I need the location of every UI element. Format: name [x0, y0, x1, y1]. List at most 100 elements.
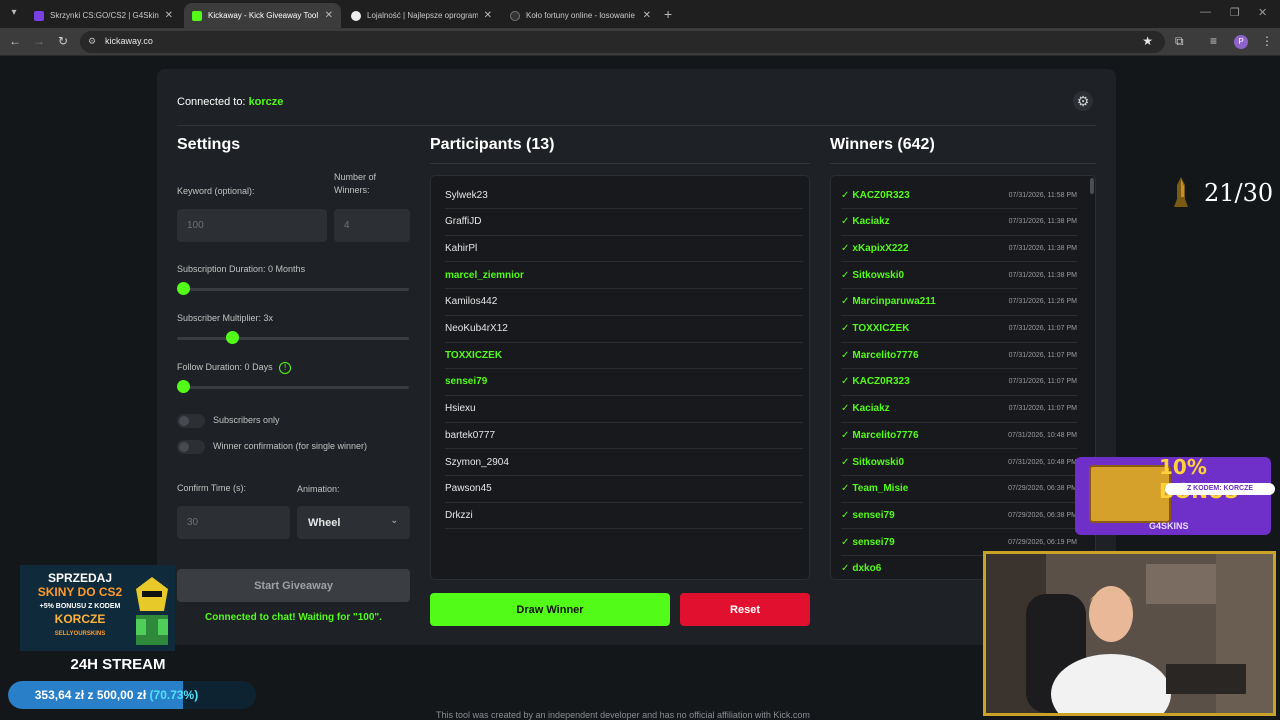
winner-name: sensei79: [852, 509, 895, 521]
participant-row: Drkzzi: [445, 502, 803, 530]
sub-multiplier-slider-thumb[interactable]: [226, 331, 239, 344]
url-input[interactable]: ⚙ kickaway.co ★: [80, 31, 1165, 53]
extensions-icon[interactable]: ⧉: [1175, 34, 1184, 49]
participants-title: Participants (13): [430, 136, 555, 153]
address-bar: ← → ↻ ⚙ kickaway.co ★ ⧉ ≡ ⋮: [0, 28, 1280, 56]
promo-line-2: SKINY DO CS2: [37, 585, 123, 599]
browser-tab-bar: ▾ Skrzynki CS:GO/CS2 | G4Skins ✕ Kickawa…: [0, 0, 1280, 28]
footer-disclaimer: This tool was created by an independent …: [436, 710, 810, 720]
giveaway-counter-overlay: 21/30: [1170, 175, 1274, 211]
tab-title: Skrzynki CS:GO/CS2 | G4Skins: [50, 11, 159, 20]
winner-row: ✓ KACZ0R323 07/31/2026, 11:58 PM: [841, 182, 1077, 209]
winner-date: 07/31/2026, 11:38 PM: [1008, 244, 1077, 252]
participant-row: sensei79: [445, 369, 803, 396]
tab-search-icon[interactable]: ▾: [6, 5, 22, 21]
winner-name: KACZ0R323: [852, 189, 910, 201]
reset-button[interactable]: Reset: [680, 593, 810, 626]
sub-duration-slider-thumb[interactable]: [177, 282, 190, 295]
close-tab-icon[interactable]: ✕: [165, 10, 173, 21]
webcam-feed: [983, 551, 1276, 716]
confirm-time-input[interactable]: 30: [177, 506, 290, 539]
url-text: kickaway.co: [105, 36, 153, 46]
keyword-input[interactable]: 100: [177, 209, 327, 242]
winner-date: 07/31/2026, 11:07 PM: [1008, 325, 1077, 332]
draw-winner-button[interactable]: Draw Winner: [430, 593, 670, 626]
confirm-time-label: Confirm Time (s):: [177, 483, 247, 493]
close-tab-icon[interactable]: ✕: [325, 10, 333, 21]
participant-row: KahirPl: [445, 235, 803, 263]
back-icon[interactable]: ←: [7, 34, 23, 48]
chat-status-text: Connected to chat! Waiting for "100".: [205, 612, 382, 623]
tab-kolo-fortuny[interactable]: Koło fortuny online - losowanie ✕: [502, 3, 659, 28]
close-window-icon[interactable]: ✕: [1258, 6, 1267, 19]
checkmark-icon: ✓: [841, 349, 850, 361]
winner-row: ✓ Team_Misie 07/29/2026, 06:38 PM: [841, 476, 1077, 503]
restore-icon[interactable]: ❐: [1230, 6, 1240, 19]
sub-duration-label: Subscription Duration: 0 Months: [177, 264, 306, 274]
participants-list: Sylwek23 GraffiJD KahirPl marcel_ziemnior Ka…: [430, 175, 810, 580]
winners-count-input[interactable]: 4: [334, 209, 410, 242]
bonus-brand: G4SKINS: [1149, 521, 1189, 531]
winners-scrollbar[interactable]: [1090, 178, 1094, 194]
winner-row: ✓ Sitkowski0 07/31/2026, 11:38 PM: [841, 262, 1077, 290]
participant-row: NeoKub4rX12: [445, 316, 803, 343]
profile-avatar[interactable]: P: [1234, 35, 1248, 49]
subscribers-only-toggle[interactable]: [177, 414, 205, 428]
winner-name: Marcinparuwa211: [852, 296, 936, 308]
wheel-favicon-icon: [510, 10, 520, 21]
tab-lojalnosc[interactable]: Lojalność | Najlepsze oprogram ✕: [343, 3, 500, 28]
menu-dots-icon[interactable]: ⋮: [1261, 34, 1273, 48]
close-tab-icon[interactable]: ✕: [643, 10, 651, 21]
winner-confirmation-toggle[interactable]: [177, 440, 205, 454]
trophy-icon: [1174, 177, 1188, 207]
participant-row: TOXXICZEK: [445, 342, 803, 370]
mascot-icon: [136, 577, 168, 645]
follow-label-text: Follow Duration:: [177, 362, 243, 372]
winner-row: ✓ sensei79 07/29/2026, 06:38 PM: [841, 502, 1077, 530]
media-controls-icon[interactable]: ≡: [1210, 34, 1217, 48]
sub-duration-slider[interactable]: [177, 288, 409, 291]
winners-list[interactable]: ✓ KACZ0R323 07/31/2026, 11:58 PM ✓ Kaciakz 07…: [830, 175, 1096, 580]
winner-row: ✓ Marcelito7776 07/31/2026, 10:48 PM: [841, 422, 1077, 450]
checkmark-icon: ✓: [841, 483, 850, 495]
winner-date: 07/31/2026, 10:48 PM: [1008, 431, 1077, 439]
checkmark-icon: ✓: [841, 296, 850, 308]
checkmark-icon: ✓: [841, 536, 850, 548]
stream-label: 24H STREAM: [70, 656, 166, 673]
promo-line-3: +5% BONUSU Z KODEM: [39, 603, 121, 610]
checkmark-icon: ✓: [841, 429, 850, 441]
reload-icon[interactable]: ↻: [55, 34, 71, 48]
channel-name: korcze: [248, 96, 284, 108]
winner-name: KACZ0R323: [852, 376, 910, 388]
winner-name: Team_Misie: [852, 483, 909, 495]
bonus-code: Z KODEM: KORCZE: [1165, 483, 1275, 495]
follow-duration-slider[interactable]: [177, 386, 409, 389]
diamond-favicon-icon: [351, 10, 361, 21]
participant-row: bartek0777: [445, 422, 803, 450]
winner-name: Sitkowski0: [852, 456, 905, 468]
info-icon[interactable]: !: [279, 361, 292, 374]
sub-multiplier-label: Subscriber Multiplier: 3x: [177, 313, 274, 323]
close-tab-icon[interactable]: ✕: [484, 10, 492, 21]
site-info-icon[interactable]: ⚙: [88, 36, 100, 48]
forward-icon[interactable]: →: [31, 34, 47, 48]
winner-row: ✓ Marcinparuwa211 07/31/2026, 11:26 PM: [841, 289, 1077, 316]
winner-date: 07/31/2026, 11:07 PM: [1008, 351, 1077, 359]
tab-g4skins[interactable]: Skrzynki CS:GO/CS2 | G4Skins ✕: [26, 3, 181, 28]
follow-duration-slider-thumb[interactable]: [177, 380, 190, 393]
tab-kickaway[interactable]: Kickaway - Kick Giveaway Tool ✕: [184, 3, 341, 28]
sub-multiplier-slider[interactable]: [177, 337, 409, 340]
settings-gear-icon[interactable]: ⚙: [1073, 91, 1093, 111]
winner-row: ✓ Sitkowski0 07/31/2026, 10:48 PM: [841, 449, 1077, 476]
bookmark-star-icon[interactable]: ★: [1142, 34, 1153, 48]
follow-duration-label: Follow Duration: 0 Days !: [177, 361, 292, 374]
start-giveaway-button[interactable]: Start Giveaway: [177, 569, 410, 602]
participant-row: marcel_ziemnior: [445, 262, 803, 290]
winner-date: 07/31/2026, 11:07 PM: [1008, 378, 1077, 386]
winner-name: Kaciakz: [852, 216, 890, 228]
animation-select[interactable]: Wheel ⌄: [297, 506, 410, 539]
counter-text: 21/30: [1204, 179, 1274, 207]
minimize-icon[interactable]: —: [1200, 6, 1211, 18]
winner-date: 07/31/2026, 11:26 PM: [1008, 298, 1077, 306]
new-tab-icon[interactable]: +: [664, 6, 672, 22]
